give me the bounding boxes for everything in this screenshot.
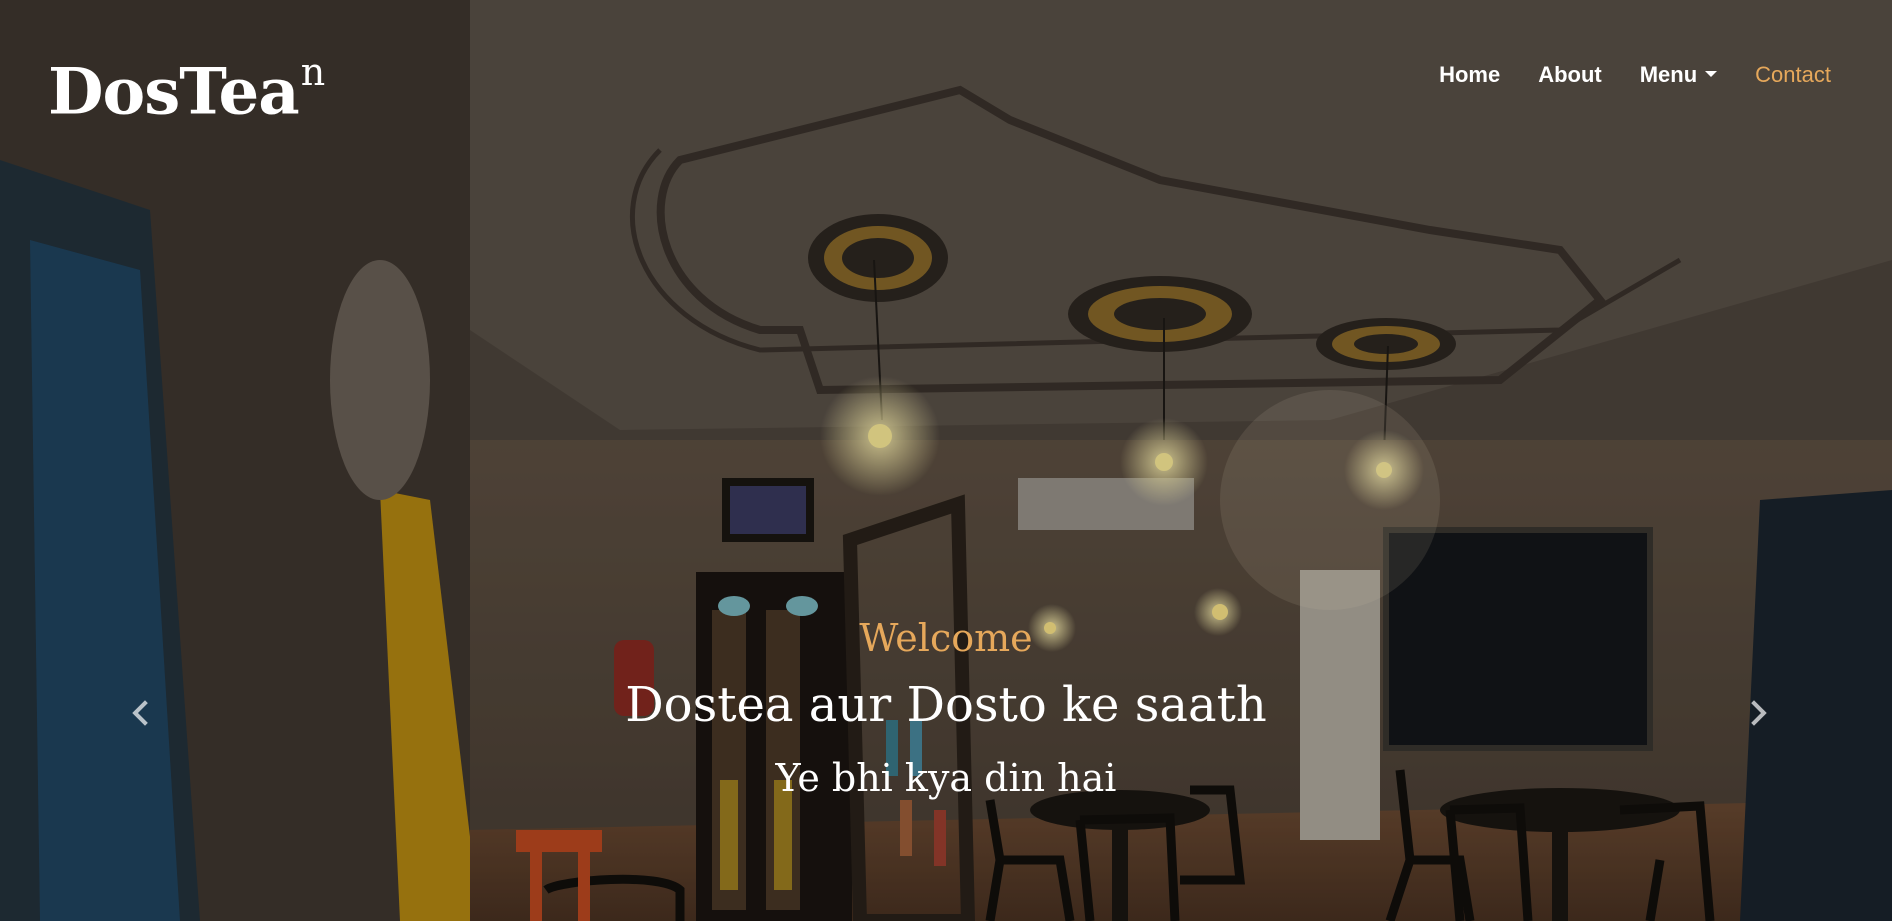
brand-logo[interactable]: DosTean [48,36,326,134]
carousel-prev-button[interactable] [119,690,165,736]
nav-contact-link[interactable]: Contact [1755,60,1831,90]
brand-superscript: n [300,50,326,94]
hero-title: Dostea aur Dosto ke saath [625,677,1267,733]
brand-name: DosTea [48,54,300,130]
carousel-next-button[interactable] [1734,690,1780,736]
nav-home-link[interactable]: Home [1439,60,1500,90]
nav-menu-dropdown[interactable]: Menu [1639,60,1718,90]
hero-carousel: DosTean Home About Menu Contact Welcome … [0,0,1892,921]
hero-subtitle: Ye bhi kya din hai [775,756,1117,800]
nav-about-link[interactable]: About [1538,60,1602,90]
chevron-right-icon [1741,700,1767,726]
chevron-left-icon [132,700,158,726]
nav-links: Home About Menu Contact [1401,60,1831,90]
nav-menu-label: Menu [1639,62,1698,87]
top-navbar: DosTean Home About Menu Contact [0,0,1892,150]
hero-welcome-text: Welcome [859,616,1033,660]
caret-down-icon [1705,71,1718,78]
